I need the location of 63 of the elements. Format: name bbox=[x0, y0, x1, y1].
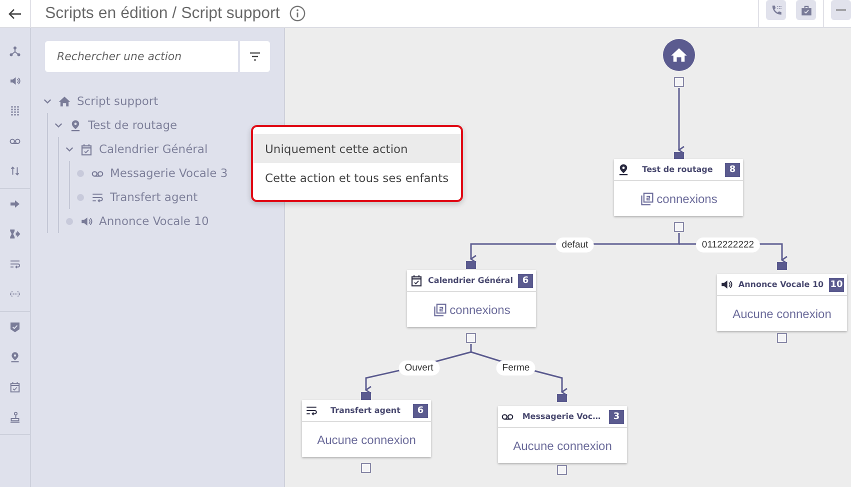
connections-icon bbox=[640, 192, 654, 206]
chevron-down-icon[interactable] bbox=[65, 144, 74, 154]
speaker-icon bbox=[720, 278, 733, 291]
count-badge: 8 bbox=[725, 162, 740, 176]
card-status: Aucune connexion bbox=[513, 438, 612, 452]
output-port[interactable] bbox=[466, 333, 476, 343]
edge-label: Ferme bbox=[496, 360, 536, 376]
output-port[interactable] bbox=[361, 463, 371, 473]
input-port[interactable] bbox=[777, 262, 787, 270]
phone-button[interactable] bbox=[766, 0, 786, 20]
card-status: connexions bbox=[450, 302, 510, 316]
output-port[interactable] bbox=[674, 222, 684, 232]
input-port[interactable] bbox=[557, 394, 567, 402]
card-title: Messagerie Voc… bbox=[521, 412, 602, 421]
briefcase-icon bbox=[800, 4, 812, 16]
action-card[interactable]: Test de routage 8 connexions bbox=[614, 159, 743, 216]
card-title: Test de routage bbox=[641, 165, 714, 174]
card-status: Aucune connexion bbox=[317, 432, 416, 446]
back-arrow-icon[interactable] bbox=[8, 8, 22, 20]
pin-icon bbox=[69, 118, 82, 132]
count-badge: 6 bbox=[413, 404, 428, 418]
count-badge: 6 bbox=[518, 274, 533, 288]
action-card[interactable]: Transfert agent 6 Aucune connexion bbox=[302, 400, 431, 457]
briefcase-button[interactable] bbox=[796, 0, 816, 20]
chevron-down-icon[interactable] bbox=[43, 96, 52, 106]
pin-icon bbox=[617, 163, 630, 176]
input-port[interactable] bbox=[466, 261, 476, 269]
count-badge: 10 bbox=[829, 278, 844, 292]
action-card[interactable]: Calendrier Général 6 connexions bbox=[407, 270, 536, 327]
calendar-icon bbox=[80, 142, 93, 156]
card-title: Transfert agent bbox=[330, 406, 402, 415]
card-status: connexions bbox=[656, 192, 718, 206]
output-port[interactable] bbox=[557, 465, 567, 475]
home-icon bbox=[58, 94, 71, 108]
card-title: Annonce Vocale 10 bbox=[737, 280, 825, 289]
menu-item[interactable]: Cette action et tous ses enfants bbox=[253, 163, 461, 192]
action-card[interactable]: Messagerie Voc… 3 Aucune connexion bbox=[498, 406, 627, 463]
edge-label: defaut bbox=[556, 238, 594, 252]
menu-item[interactable]: Uniquement cette action bbox=[253, 134, 461, 163]
output-port[interactable] bbox=[674, 77, 684, 87]
transfer-icon bbox=[305, 404, 318, 417]
edge-label: 0112222222 bbox=[696, 238, 760, 252]
count-badge: 3 bbox=[609, 410, 624, 424]
action-card[interactable]: Annonce Vocale 10 10 Aucune connexion bbox=[717, 274, 847, 331]
calendar-icon bbox=[410, 274, 423, 287]
filter-icon bbox=[249, 52, 261, 61]
page-title: Scripts en édition / Script support bbox=[45, 4, 280, 22]
search-field[interactable]: Rechercher une action bbox=[45, 41, 238, 72]
home-node[interactable] bbox=[663, 39, 695, 71]
connector-arrow bbox=[678, 88, 685, 154]
card-status: Aucune connexion bbox=[732, 306, 832, 320]
phone-icon bbox=[770, 4, 782, 16]
chevron-down-icon[interactable] bbox=[54, 120, 63, 130]
output-port[interactable] bbox=[777, 333, 787, 343]
card-title: Calendrier Général bbox=[427, 276, 514, 285]
edge-label: Ouvert bbox=[398, 360, 440, 376]
zoom-out-button[interactable] bbox=[831, 0, 851, 20]
connections-icon bbox=[432, 302, 447, 316]
speaker-icon bbox=[80, 214, 93, 228]
home-icon bbox=[670, 46, 688, 64]
info-icon[interactable] bbox=[288, 5, 306, 22]
input-port[interactable] bbox=[361, 392, 371, 400]
transfer-icon bbox=[91, 190, 104, 204]
